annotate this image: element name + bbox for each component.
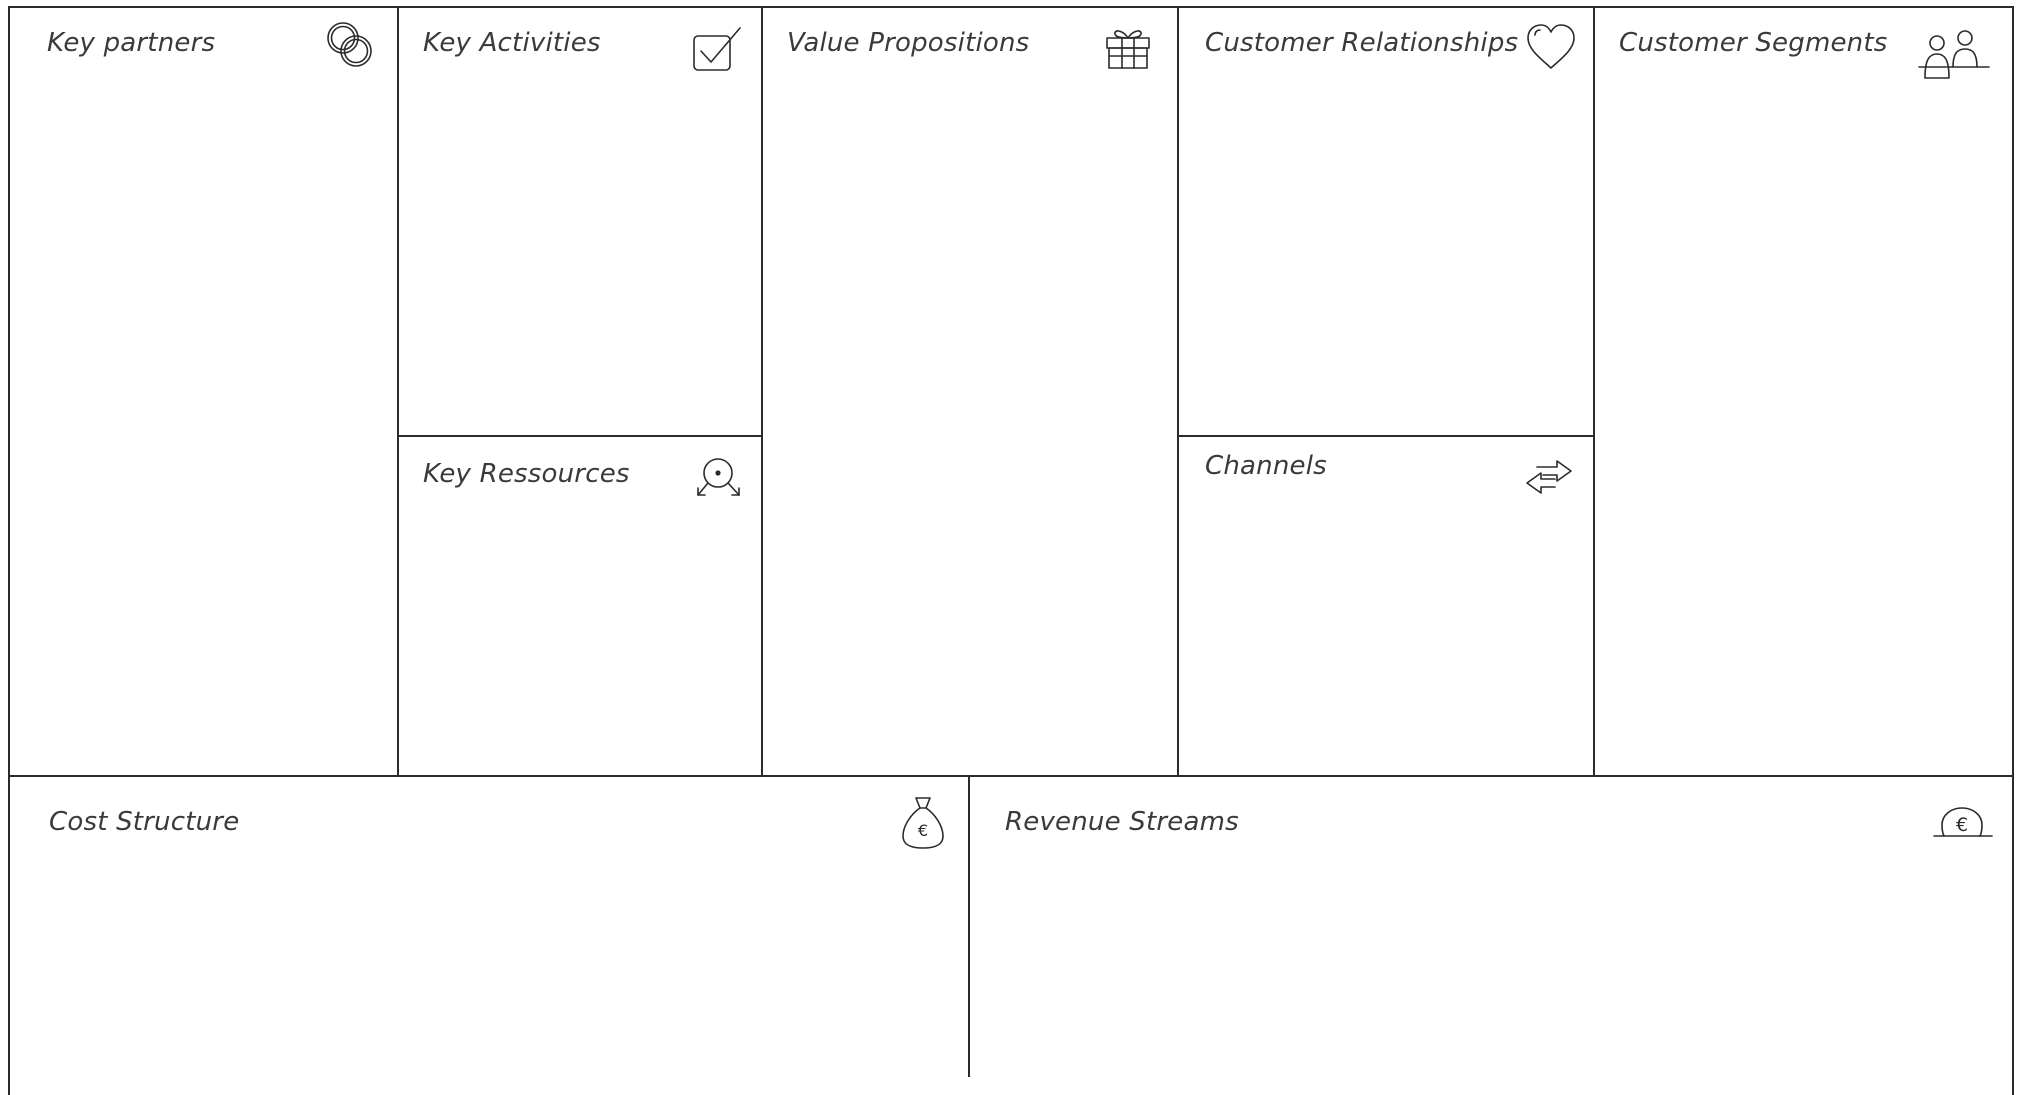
revenue-streams-title: Revenue Streams (1005, 807, 1239, 837)
people-icon (1913, 16, 1993, 88)
key-activities-title: Key Activities (423, 28, 601, 58)
arrows-exchange-icon (1519, 449, 1579, 505)
key-resources-section[interactable]: Key Ressources (398, 437, 761, 775)
customer-relationships-title: Customer Relationships (1205, 28, 1519, 58)
business-model-canvas: Key partners Key Activities Key Ressourc… (0, 0, 2020, 1095)
resources-icon (691, 451, 747, 507)
customer-segments-title: Customer Segments (1619, 28, 1888, 58)
gift-icon (1099, 20, 1157, 78)
key-resources-title: Key Ressources (423, 459, 630, 489)
value-propositions-section[interactable]: Value Propositions (763, 8, 1177, 775)
key-partners-title: Key partners (47, 28, 216, 58)
heart-icon (1522, 18, 1580, 76)
value-propositions-title: Value Propositions (787, 28, 1030, 58)
svg-text:€: € (918, 821, 928, 840)
revenue-streams-section[interactable]: Revenue Streams € (970, 777, 2012, 1077)
channels-section[interactable]: Channels (1179, 437, 1593, 775)
rings-icon (320, 16, 380, 76)
key-partners-section[interactable]: Key partners (10, 8, 397, 775)
key-activities-section[interactable]: Key Activities (398, 8, 761, 435)
money-bag-icon: € (895, 790, 951, 856)
customer-relationships-section[interactable]: Customer Relationships (1179, 8, 1593, 435)
channels-title: Channels (1205, 451, 1327, 481)
cost-structure-title: Cost Structure (49, 807, 240, 837)
svg-text:€: € (1956, 814, 1968, 836)
euro-coin-icon: € (1930, 797, 1996, 847)
cost-structure-section[interactable]: Cost Structure € (10, 777, 968, 1077)
checkbox-icon (688, 18, 748, 78)
customer-segments-section[interactable]: Customer Segments (1595, 8, 2012, 775)
